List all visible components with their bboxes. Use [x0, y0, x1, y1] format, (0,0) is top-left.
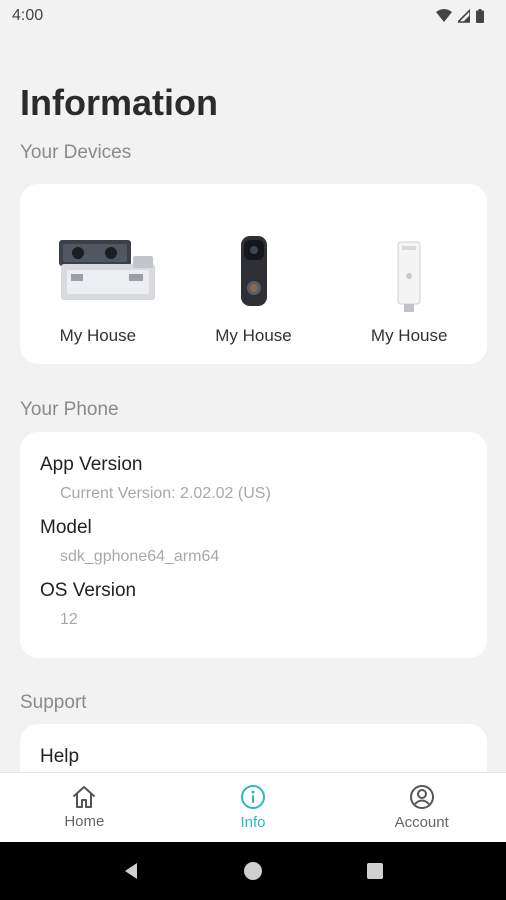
phone-section-label: Your Phone [20, 399, 119, 420]
nav-info-label: Info [240, 814, 266, 831]
nav-home[interactable]: Home [0, 773, 169, 842]
model-row: Model sdk_gphone64_arm64 [40, 517, 467, 566]
devices-section-label: Your Devices [20, 142, 132, 163]
device-name: My House [59, 326, 137, 345]
nav-account[interactable]: Account [337, 773, 506, 842]
app-version-row: App Version Current Version: 2.02.02 (US… [40, 454, 467, 503]
wifi-icon [436, 9, 452, 22]
model-value: sdk_gphone64_arm64 [60, 548, 220, 565]
app-version-value: Current Version: 2.02.02 (US) [60, 485, 271, 502]
device-name: My House [215, 326, 292, 345]
nav-home-label: Home [64, 813, 105, 830]
os-version-value: 12 [60, 611, 78, 628]
device-name: My House [370, 326, 448, 345]
model-label: Model [40, 517, 92, 538]
devices-card: My House My House My House [20, 184, 487, 364]
bottom-nav: Home Info Account [0, 772, 506, 842]
device-item[interactable]: My House [20, 184, 176, 364]
support-section-label: Support [20, 692, 87, 713]
battery-icon [476, 9, 484, 23]
page-title: Information [20, 82, 218, 123]
status-icons [436, 9, 484, 23]
nav-account-label: Account [394, 814, 449, 831]
os-version-label: OS Version [40, 580, 137, 601]
os-version-row: OS Version 12 [40, 580, 467, 629]
app-version-label: App Version [40, 454, 143, 475]
android-nav-bar [0, 842, 506, 900]
recents-icon[interactable] [365, 861, 385, 881]
device-item[interactable]: My House [176, 184, 332, 364]
account-icon [409, 785, 434, 809]
status-time: 4:00 [12, 7, 44, 24]
home-icon [73, 786, 96, 808]
home-button-icon[interactable] [243, 861, 263, 881]
device-item[interactable]: My House [331, 184, 487, 364]
stereo-camera-device-icon [33, 204, 163, 314]
plug-in-sensor-device-icon [344, 204, 474, 314]
help-item[interactable]: Help [40, 746, 467, 768]
nav-info[interactable]: Info [169, 773, 338, 842]
info-icon [241, 785, 265, 809]
signal-icon [458, 9, 470, 23]
back-icon[interactable] [121, 861, 141, 881]
status-bar: 4:00 [0, 0, 506, 32]
phone-card: App Version Current Version: 2.02.02 (US… [20, 432, 487, 658]
video-doorbell-device-icon [189, 204, 319, 314]
